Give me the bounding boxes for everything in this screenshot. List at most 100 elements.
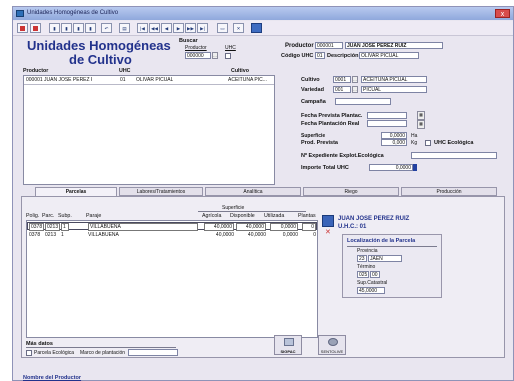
- marco-label: Marco de plantación: [80, 350, 126, 356]
- codigo-uhc-field[interactable]: 01: [315, 52, 325, 59]
- sentolive-button-label: SENTOLIVE: [320, 349, 344, 354]
- termino-code-field: 025: [357, 271, 369, 278]
- buscar-uhc-option[interactable]: UHC: [225, 45, 236, 51]
- table-row[interactable]: 0378 0213 1 VILLABUENA 40,0000 40,0000 0…: [27, 232, 317, 239]
- print-button[interactable]: ▤: [119, 23, 130, 33]
- parcelas-panel: Superficie Polig. Parc. Subp. Paraje Agr…: [21, 196, 505, 358]
- marco-field[interactable]: [128, 349, 178, 356]
- toolbar: ▮ ▮ ▮ ▮ ↶ ▤ |◀ ◀◀ ◀ ▶ ▶▶ ▶| ▭ ✕: [13, 21, 513, 36]
- mas-datos-divider: [26, 347, 176, 348]
- parcel-map-icon[interactable]: [322, 215, 334, 227]
- nav-button-3[interactable]: ◀: [161, 23, 172, 33]
- delete-button[interactable]: ▮: [85, 23, 96, 33]
- campana-field[interactable]: [335, 98, 391, 105]
- parcel-producer-name: JUAN JOSE PEREZ RUIZ: [338, 216, 410, 222]
- campana-label: Campaña: [301, 99, 326, 105]
- list-header-cultivo: Cultivo: [231, 68, 249, 74]
- descripcion-field[interactable]: OLIVAR PICUAL: [359, 52, 419, 59]
- parcela-ecologica-checkbox[interactable]: [26, 350, 32, 356]
- superficie-field[interactable]: 0,0000: [381, 132, 407, 139]
- window-title: Unidades Homogéneas de Cultivo: [27, 10, 119, 16]
- save-button[interactable]: ▮: [73, 23, 84, 33]
- buscar-productor-option[interactable]: Productor: [185, 45, 207, 51]
- parcelas-header-agricola: Agrícola: [202, 213, 222, 219]
- table-row[interactable]: 0378 0213 1 VILLABUENA 40,0000 40,0000 0…: [27, 222, 317, 231]
- tools-button[interactable]: ✕: [233, 23, 244, 33]
- localizacion-box: Localización de la Parcela Provincia 23 …: [342, 234, 442, 298]
- codigo-uhc-label: Código UHC: [281, 53, 314, 59]
- footer-label: Nombre del Productor: [23, 375, 82, 381]
- undo-button[interactable]: ↶: [101, 23, 112, 33]
- sigpac-button-label: SIGPAC: [280, 349, 296, 354]
- fecha-plantacion-calendar-icon[interactable]: ▦: [417, 120, 425, 129]
- tab-labores[interactable]: Labores/Tratamientos: [119, 187, 203, 196]
- fecha-prevista-label: Fecha Prevista Plantac.: [301, 113, 363, 119]
- parcelas-header-subp: Subp.: [58, 213, 72, 219]
- descripcion-label: Descripción: [327, 53, 359, 59]
- first-record-button[interactable]: [17, 23, 28, 33]
- uhc-ecologica-label: UHC Ecológica: [434, 140, 474, 146]
- list-header-productor: Productor: [23, 68, 49, 74]
- superficie-unit: Ha: [411, 133, 418, 139]
- cultivo-code-field[interactable]: 0001: [333, 76, 351, 83]
- fecha-plantacion-label: Fecha Plantación Real: [301, 121, 360, 127]
- cultivo-name-field: ACEITUNA PICUAL: [361, 76, 427, 83]
- expediente-field[interactable]: [411, 152, 497, 159]
- localizacion-divider: [347, 246, 437, 247]
- tab-produccion[interactable]: Producción: [401, 187, 497, 196]
- edit-button[interactable]: ▮: [61, 23, 72, 33]
- list-header-uhc: UHC: [119, 68, 131, 74]
- list-row[interactable]: 000001 JUAN JOSE PEREZ R... 01 OLIVAR PI…: [24, 77, 274, 84]
- delete-parcel-icon[interactable]: ✕: [325, 229, 331, 236]
- cultivo-lookup-button[interactable]: …: [352, 76, 358, 83]
- buscar-input[interactable]: 000000: [185, 52, 211, 59]
- tab-riego[interactable]: Riego: [303, 187, 399, 196]
- sup-catastral-field: 45,0000: [357, 287, 385, 294]
- parcelas-grid[interactable]: 0378 0213 1 VILLABUENA 40,0000 40,0000 0…: [26, 220, 318, 338]
- buscar-check[interactable]: [225, 53, 231, 59]
- variedad-code-field[interactable]: 001: [333, 86, 351, 93]
- sigpac-button[interactable]: SIGPAC: [274, 335, 302, 355]
- nav-button-4[interactable]: ▶: [173, 23, 184, 33]
- nav-button-5[interactable]: ▶▶: [185, 23, 196, 33]
- variedad-label: Variedad: [301, 87, 324, 93]
- close-button[interactable]: x: [495, 9, 510, 18]
- copy-button[interactable]: ▭: [217, 23, 228, 33]
- prod-prevista-unit: Kg: [411, 140, 418, 146]
- fecha-plantacion-field[interactable]: [367, 120, 407, 127]
- row-divider: [24, 84, 274, 85]
- sentolive-button[interactable]: SENTOLIVE: [318, 335, 346, 355]
- sup-catastral-label: Sup.Catastral: [357, 280, 388, 286]
- productor-code-field[interactable]: 000001: [315, 42, 343, 49]
- variedad-lookup-button[interactable]: …: [352, 86, 358, 93]
- prev-record-button[interactable]: [30, 23, 41, 33]
- prod-prevista-label: Prod. Prevista: [301, 140, 338, 146]
- parcelas-header-parc: Parc.: [42, 213, 55, 219]
- productor-name-field: JUAN JOSE PEREZ RUIZ: [345, 42, 443, 49]
- new-button[interactable]: ▮: [49, 23, 60, 33]
- importe-label: Importe Total UHC: [301, 165, 349, 171]
- productor-label: Productor: [285, 43, 314, 49]
- superficie-label: Superficie: [301, 133, 326, 139]
- nav-button-1[interactable]: |◀: [137, 23, 148, 33]
- provincia-name-field: JAEN: [368, 255, 402, 262]
- producer-list[interactable]: 000001 JUAN JOSE PEREZ R... 01 OLIVAR PI…: [23, 75, 275, 185]
- prod-prevista-field[interactable]: 0,000: [381, 139, 407, 146]
- tab-analitica[interactable]: Analítica: [205, 187, 301, 196]
- nav-button-2[interactable]: ◀◀: [149, 23, 160, 33]
- buscar-lookup-button[interactable]: …: [212, 52, 218, 59]
- uhc-ecologica-checkbox[interactable]: [425, 140, 431, 146]
- parcelas-header-polig: Polig.: [26, 213, 40, 219]
- localizacion-title: Localización de la Parcela: [347, 238, 416, 244]
- parcel-uhc-label: U.H.C.: 01: [338, 224, 367, 230]
- buscar-label: Buscar: [179, 38, 198, 44]
- nav-button-6[interactable]: ▶|: [197, 23, 208, 33]
- fecha-prevista-calendar-icon[interactable]: ▦: [417, 111, 425, 120]
- main-window: Unidades Homogéneas de Cultivo x ▮ ▮ ▮ ▮…: [12, 6, 514, 381]
- fecha-prevista-field[interactable]: [367, 112, 407, 119]
- exit-button[interactable]: [251, 23, 262, 33]
- parcelas-header-plantas: Plantas: [298, 213, 316, 219]
- app-icon: [16, 10, 24, 17]
- superficie-group-line: [198, 211, 306, 212]
- page-title-line1: Unidades Homogéneas: [27, 38, 171, 53]
